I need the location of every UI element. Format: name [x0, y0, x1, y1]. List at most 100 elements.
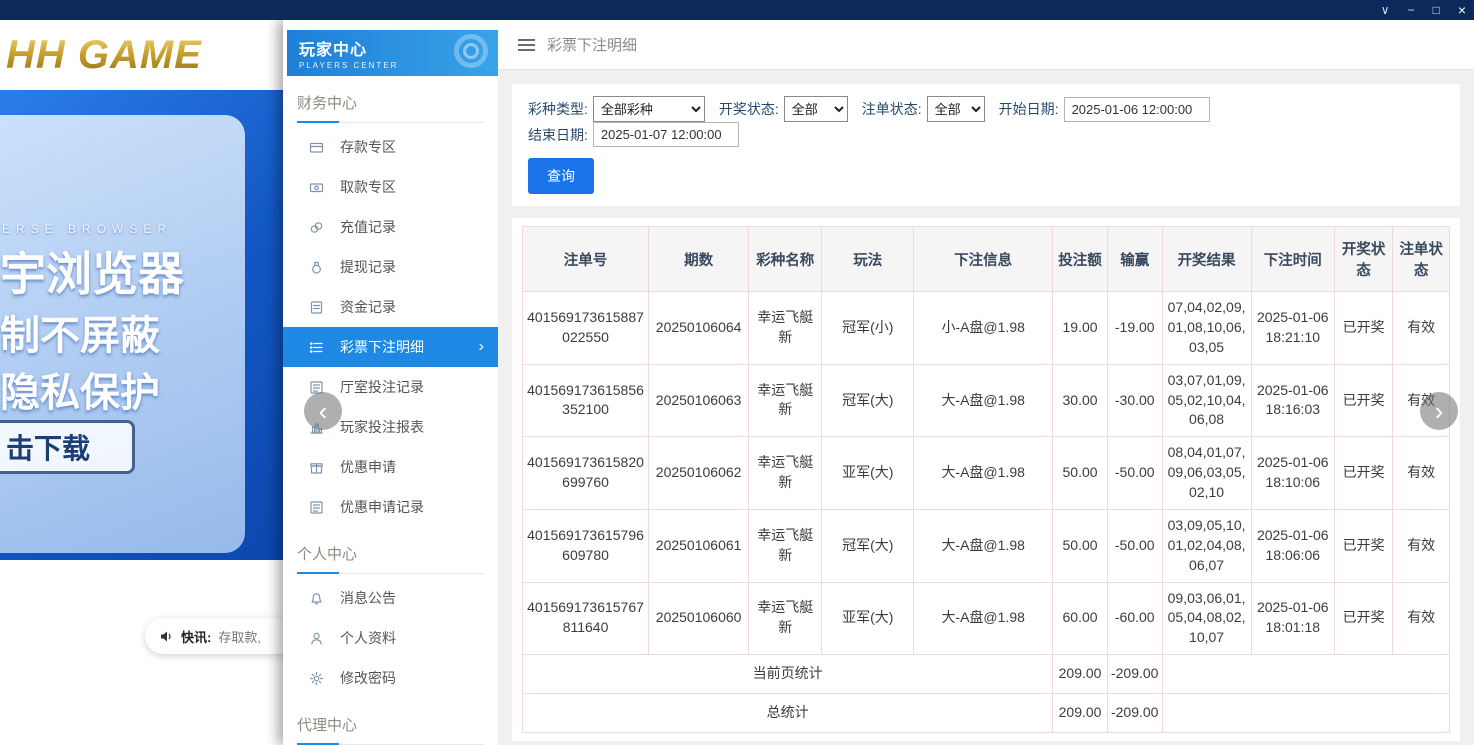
page-header: 彩票下注明细: [498, 20, 1474, 70]
sidebar-item-label: 修改密码: [340, 668, 396, 688]
bet-cell: 2025-01-06 18:10:06: [1251, 437, 1334, 510]
sidebar-item-promo-apply-records[interactable]: 优惠申请记录: [283, 487, 498, 527]
sidebar-item-profile[interactable]: 个人资料: [283, 618, 498, 658]
sidebar-item-label: 优惠申请记录: [340, 497, 424, 517]
end-date-label: 结束日期:: [528, 125, 588, 145]
promo-banner: ERSE BROWSER 宇浏览器 制不屏蔽 隐私保护 击下载: [0, 90, 283, 560]
summary-row: 当前页统计209.00-209.00: [523, 655, 1450, 694]
bet-cell: 冠军(小): [822, 292, 914, 365]
bet-status-select[interactable]: 全部: [927, 96, 985, 122]
bet-cell: 幸运飞艇新: [749, 437, 822, 510]
banner-tagline-en: ERSE BROWSER: [2, 222, 172, 236]
sidebar-item-promo-apply[interactable]: 优惠申请: [283, 447, 498, 487]
hh-game-logo: HH GAME: [6, 33, 202, 78]
window-maximize-icon[interactable]: □: [1433, 0, 1440, 20]
bet-cell: 大-A盘@1.98: [914, 582, 1053, 655]
main-area: 彩票下注明细 彩种类型: 全部彩种 开奖状态:: [498, 20, 1474, 745]
sidebar-item-label: 资金记录: [340, 297, 396, 317]
bets-table-card: 注单号期数彩种名称玩法下注信息投注额输赢开奖结果下注时间开奖状态注单状态 401…: [512, 218, 1460, 741]
bet-cell: 2025-01-06 18:21:10: [1251, 292, 1334, 365]
sidebar-item-label: 玩家投注报表: [340, 417, 424, 437]
sidebar-item-cashout-records[interactable]: 提现记录: [283, 247, 498, 287]
ticker-label: 快讯:: [181, 627, 211, 646]
bet-cell: 冠军(大): [822, 509, 914, 582]
filter-panel: 彩种类型: 全部彩种 开奖状态: 全部 注单状态:: [512, 84, 1460, 206]
menu-icon[interactable]: [518, 39, 535, 51]
lottery-type-select[interactable]: 全部彩种: [593, 96, 705, 122]
bet-cell: 已开奖: [1334, 509, 1392, 582]
bet-cell: -19.00: [1107, 292, 1162, 365]
column-header: 彩种名称: [749, 227, 822, 292]
bet-cell: 20250106061: [649, 509, 749, 582]
bet-cell: 60.00: [1053, 582, 1108, 655]
bet-cell: 2025-01-06 18:01:18: [1251, 582, 1334, 655]
bet-cell: 大-A盘@1.98: [914, 509, 1053, 582]
bet-cell: 幸运飞艇新: [749, 509, 822, 582]
window-minimize-icon[interactable]: −: [1408, 0, 1415, 20]
bet-cell: -50.00: [1107, 437, 1162, 510]
bet-cell: 有效: [1393, 509, 1450, 582]
window-chevron-icon[interactable]: ∨: [1381, 0, 1390, 20]
bet-cell: 401569173615796609780: [523, 509, 649, 582]
bet-row: 40156917361576781164020250106060幸运飞艇新亚军(…: [523, 582, 1450, 655]
summary-row: 总统计209.00-209.00: [523, 694, 1450, 733]
bet-cell: 20250106064: [649, 292, 749, 365]
sidebar-item-deposit[interactable]: 存款专区: [283, 127, 498, 167]
sidebar-item-label: 充值记录: [340, 217, 396, 237]
query-button[interactable]: 查询: [528, 158, 594, 194]
bet-row: 40156917361582069976020250106062幸运飞艇新亚军(…: [523, 437, 1450, 510]
bet-cell: 幸运飞艇新: [749, 582, 822, 655]
summary-empty: [1162, 655, 1449, 694]
bet-cell: 2025-01-06 18:16:03: [1251, 364, 1334, 437]
window-titlebar: ∨ − □ ×: [0, 0, 1474, 20]
summary-winloss-total: -209.00: [1107, 694, 1162, 733]
page-title: 彩票下注明细: [547, 34, 637, 55]
sidebar-header: 玩家中心 PLAYERS CENTER: [287, 30, 498, 76]
ledger-icon: [309, 300, 324, 315]
sidebar-item-withdraw[interactable]: 取款专区: [283, 167, 498, 207]
banner-headline-1: 宇浏览器: [0, 238, 184, 304]
background-page: HH GAME ERSE BROWSER 宇浏览器 制不屏蔽 隐私保护 击下载 …: [0, 20, 283, 745]
bet-cell: 亚军(大): [822, 582, 914, 655]
bet-cell: 已开奖: [1334, 582, 1392, 655]
window-controls: ∨ − □ ×: [1381, 0, 1466, 20]
bet-cell: 小-A盘@1.98: [914, 292, 1053, 365]
start-date-input[interactable]: [1064, 97, 1210, 122]
sidebar-item-change-password[interactable]: 修改密码: [283, 658, 498, 698]
bet-row: 40156917361585635210020250106063幸运飞艇新冠军(…: [523, 364, 1450, 437]
bet-cell: 50.00: [1053, 509, 1108, 582]
summary-label: 总统计: [523, 694, 1053, 733]
bet-cell: 已开奖: [1334, 437, 1392, 510]
sidebar-item-recharge-records[interactable]: 充值记录: [283, 207, 498, 247]
end-date-input[interactable]: [593, 122, 739, 147]
sidebar-item-label: 提现记录: [340, 257, 396, 277]
summary-label: 当前页统计: [523, 655, 1053, 694]
download-button[interactable]: 击下载: [0, 420, 135, 474]
banner-headline-3: 隐私保护: [0, 360, 160, 418]
bet-cell: 20250106063: [649, 364, 749, 437]
draw-status-select[interactable]: 全部: [784, 96, 848, 122]
bet-cell: 401569173615856352100: [523, 364, 649, 437]
summary-winloss-total: -209.00: [1107, 655, 1162, 694]
sidebar-item-label: 优惠申请: [340, 457, 396, 477]
banner-headline-2: 制不屏蔽: [0, 303, 160, 361]
bet-cell: 有效: [1393, 437, 1450, 510]
sidebar-item-lottery-bet-details[interactable]: 彩票下注明细›: [283, 327, 498, 367]
bet-row: 40156917361579660978020250106061幸运飞艇新冠军(…: [523, 509, 1450, 582]
sidebar-item-messages[interactable]: 消息公告: [283, 578, 498, 618]
gift-icon: [309, 460, 324, 475]
carousel-next-icon[interactable]: ›: [1420, 392, 1458, 430]
column-header: 期数: [649, 227, 749, 292]
bets-table: 注单号期数彩种名称玩法下注信息投注额输赢开奖结果下注时间开奖状态注单状态 401…: [522, 226, 1450, 733]
draw-status-label: 开奖状态:: [719, 99, 779, 119]
summary-bet-total: 209.00: [1053, 694, 1108, 733]
bet-cell: 401569173615887022550: [523, 292, 649, 365]
window-close-icon[interactable]: ×: [1458, 0, 1466, 20]
sidebar-item-funds-records[interactable]: 资金记录: [283, 287, 498, 327]
bet-cell: 大-A盘@1.98: [914, 437, 1053, 510]
bet-cell: 2025-01-06 18:06:06: [1251, 509, 1334, 582]
column-header: 下注时间: [1251, 227, 1334, 292]
column-header: 注单状态: [1393, 227, 1450, 292]
carousel-prev-icon[interactable]: ‹: [304, 392, 342, 430]
column-header: 注单号: [523, 227, 649, 292]
